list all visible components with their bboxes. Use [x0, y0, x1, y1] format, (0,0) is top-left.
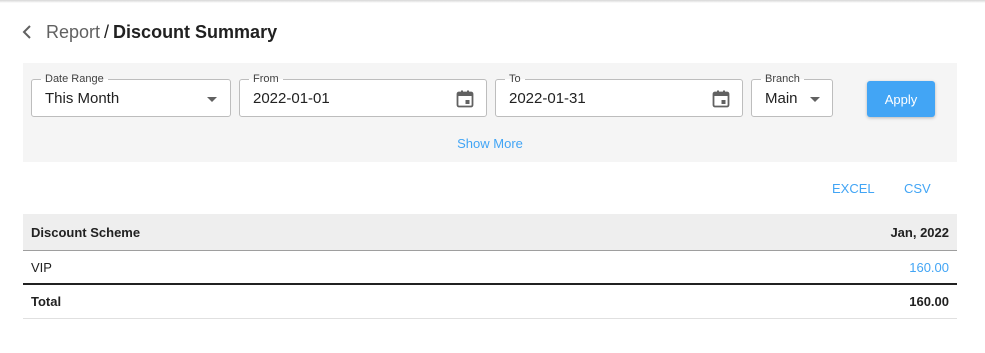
filter-panel: Date Range This Month From 2022-01-01 To…	[23, 63, 957, 162]
export-csv-button[interactable]: CSV	[904, 181, 931, 196]
total-row: Total 160.00	[23, 285, 957, 319]
dropdown-arrow-icon	[207, 97, 217, 102]
show-more-link[interactable]: Show More	[23, 136, 957, 151]
from-label: From	[249, 72, 283, 86]
branch-value: Main	[765, 90, 798, 107]
date-range-label: Date Range	[41, 72, 108, 86]
total-value: 160.00	[909, 294, 949, 309]
calendar-icon[interactable]	[455, 89, 475, 109]
column-header-scheme: Discount Scheme	[31, 224, 141, 240]
date-range-select[interactable]: Date Range This Month	[31, 72, 231, 117]
table-header-row: Discount Scheme Jan, 2022	[23, 214, 957, 251]
discount-value-link[interactable]: 160.00	[909, 260, 957, 275]
branch-select[interactable]: Branch Main	[751, 72, 833, 117]
page-title: Discount Summary	[113, 21, 278, 42]
dropdown-arrow-icon	[810, 97, 820, 102]
breadcrumb-separator: /	[104, 21, 110, 42]
breadcrumb-parent[interactable]: Report	[46, 22, 100, 43]
from-date-field[interactable]: From 2022-01-01	[239, 72, 487, 117]
to-value: 2022-01-31	[509, 90, 586, 107]
table-row: VIP 160.00	[23, 251, 957, 285]
page-header: Report / Discount Summary	[22, 20, 277, 44]
to-label: To	[505, 72, 525, 86]
from-value: 2022-01-01	[253, 90, 330, 107]
branch-label: Branch	[761, 72, 804, 86]
scheme-name: VIP	[31, 259, 52, 275]
export-excel-button[interactable]: EXCEL	[832, 181, 875, 196]
column-header-month: Jan, 2022	[890, 224, 949, 240]
apply-button[interactable]: Apply	[867, 81, 935, 117]
discount-summary-table: Discount Scheme Jan, 2022 VIP 160.00 Tot…	[23, 214, 957, 319]
total-label: Total	[31, 294, 62, 309]
back-button[interactable]	[22, 20, 36, 44]
date-range-value: This Month	[45, 90, 120, 107]
to-date-field[interactable]: To 2022-01-31	[495, 72, 743, 117]
chevron-left-icon	[22, 25, 31, 39]
calendar-icon[interactable]	[711, 89, 731, 109]
top-shadow	[0, 0, 985, 3]
